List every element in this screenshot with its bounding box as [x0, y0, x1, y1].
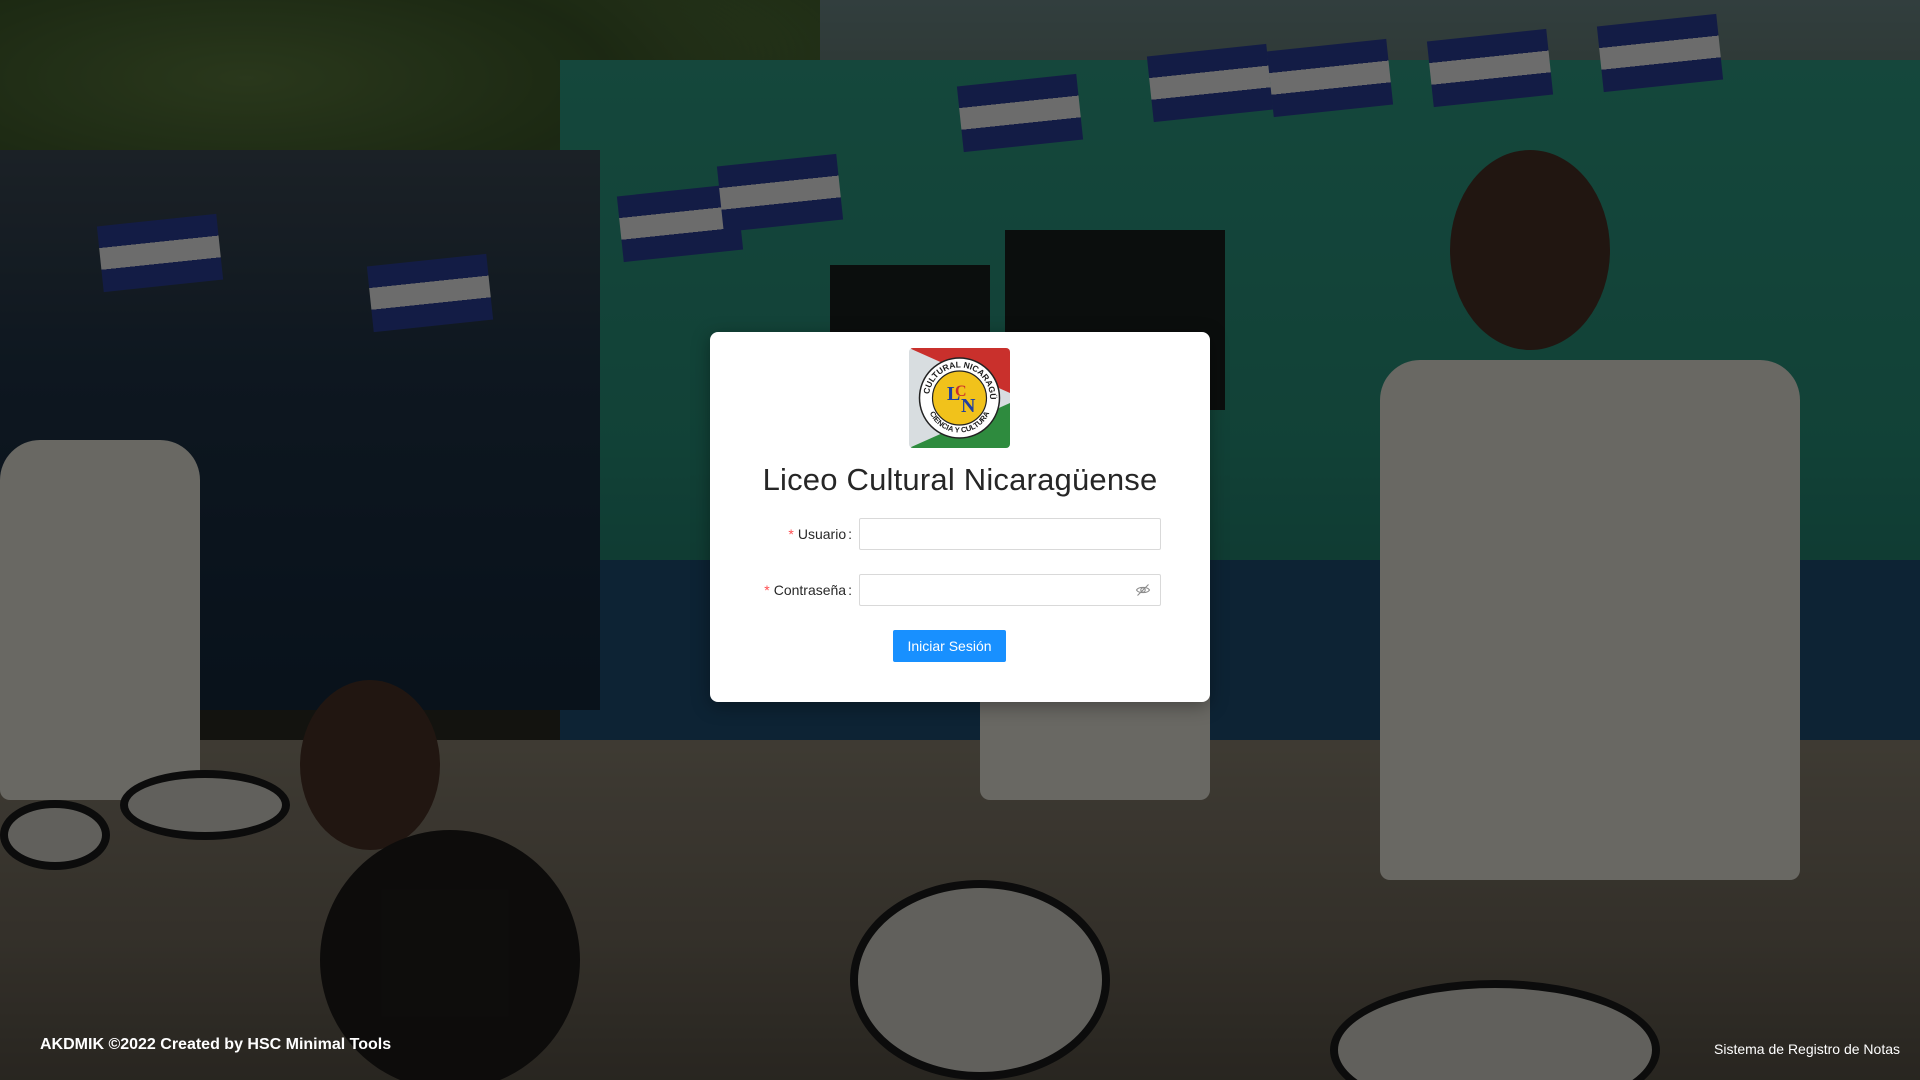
required-mark: * — [788, 526, 794, 542]
school-logo-icon: LICEO CULTURAL NICARAGÜENSE CIENCIA Y CU… — [909, 348, 1010, 448]
page-title: Liceo Cultural Nicaragüense — [762, 462, 1158, 497]
username-input[interactable] — [859, 518, 1161, 550]
eye-invisible-icon[interactable] — [1135, 582, 1151, 598]
required-mark: * — [764, 582, 770, 598]
username-row: * Usuario: — [710, 518, 1210, 550]
eye-invisible-icon-svg — [1135, 584, 1151, 596]
password-label-text: Contraseña — [773, 582, 847, 598]
password-label: * Contraseña: — [764, 574, 852, 606]
footer-copyright: AKDMIK ©2022 Created by HSC Minimal Tool… — [40, 1036, 392, 1053]
password-row: * Contraseña: — [710, 574, 1210, 606]
label-colon: : — [848, 582, 852, 598]
svg-text:N: N — [961, 395, 976, 417]
username-label: * Usuario: — [788, 518, 852, 550]
login-submit-button[interactable]: Iniciar Sesión — [893, 630, 1006, 662]
footer-system-name: Sistema de Registro de Notas — [1714, 1041, 1900, 1057]
label-colon: : — [848, 526, 852, 542]
password-input[interactable] — [859, 574, 1161, 606]
login-card: LICEO CULTURAL NICARAGÜENSE CIENCIA Y CU… — [710, 332, 1210, 702]
username-label-text: Usuario — [797, 526, 847, 542]
school-logo: LICEO CULTURAL NICARAGÜENSE CIENCIA Y CU… — [909, 348, 1010, 448]
